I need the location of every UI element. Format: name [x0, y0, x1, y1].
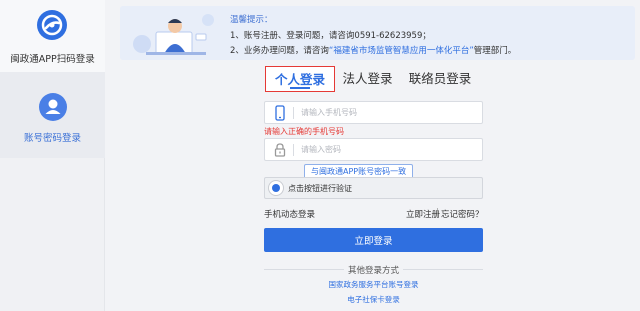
phone-error-message: 请输入正确的手机号码 [264, 127, 344, 136]
password-input[interactable] [301, 141, 476, 158]
mobile-phone-icon [275, 105, 285, 121]
notice-line-suffix: 管理部门。 [473, 46, 517, 56]
other-login-title: 其他登录方式 [347, 266, 399, 276]
link-separator: | [436, 208, 439, 218]
phone-input[interactable] [301, 104, 476, 121]
login-method-sidebar: 闽政通APP扫码登录 账号密码登录 [0, 0, 105, 311]
login-page: 闽政通APP扫码登录 账号密码登录 温馨提示： 1、账号注册、登录问题，请咨询0… [0, 0, 640, 311]
tab-legal-login[interactable]: 法人登录 [340, 66, 395, 92]
sidebar-item-password-login[interactable]: 账号密码登录 [0, 72, 105, 158]
register-link[interactable]: 立即注册 [406, 208, 440, 220]
notice-banner: 温馨提示： 1、账号注册、登录问题，请咨询0591-62623959； 2、业务… [120, 6, 635, 60]
e-social-security-card-login-link[interactable]: 电子社保卡登录 [264, 294, 483, 305]
user-icon [39, 93, 67, 121]
notice-line-account: 1、账号注册、登录问题，请咨询0591-62623959； [230, 31, 431, 41]
click-verify-slider[interactable]: 点击按钮进行验证 [264, 177, 483, 199]
tab-personal-login[interactable]: 个人登录 [265, 66, 335, 92]
national-gov-platform-login-link[interactable]: 国家政务服务平台账号登录 [264, 279, 483, 290]
sidebar-item-label: 账号密码登录 [23, 133, 81, 144]
qr-app-logo-icon [37, 10, 67, 40]
password-field [264, 138, 483, 161]
forgot-password-link[interactable]: 忘记密码？ [441, 208, 484, 220]
verify-button-icon[interactable] [268, 180, 284, 196]
phone-field [264, 101, 483, 124]
sidebar-item-label: 闽政通APP扫码登录 [10, 54, 95, 65]
login-button[interactable]: 立即登录 [264, 228, 483, 252]
notice-title: 温馨提示： [230, 15, 273, 25]
lock-icon [274, 143, 286, 157]
verify-text: 点击按钮进行验证 [288, 184, 352, 193]
support-agent-illustration [120, 6, 225, 60]
notice-line-business: 2、业务办理问题，请咨询“福建省市场监管智慧应用一体化平台”管理部门。 [230, 44, 516, 56]
field-divider [293, 107, 294, 119]
field-divider [293, 144, 294, 156]
platform-link[interactable]: “福建省市场监管智慧应用一体化平台” [329, 46, 474, 56]
sidebar-item-qr-login[interactable]: 闽政通APP扫码登录 [0, 0, 105, 72]
sms-login-link[interactable]: 手机动态登录 [264, 208, 315, 220]
tab-liaison-login[interactable]: 联络员登录 [405, 66, 475, 92]
notice-line-prefix: 2、业务办理问题，请咨询 [230, 46, 329, 56]
